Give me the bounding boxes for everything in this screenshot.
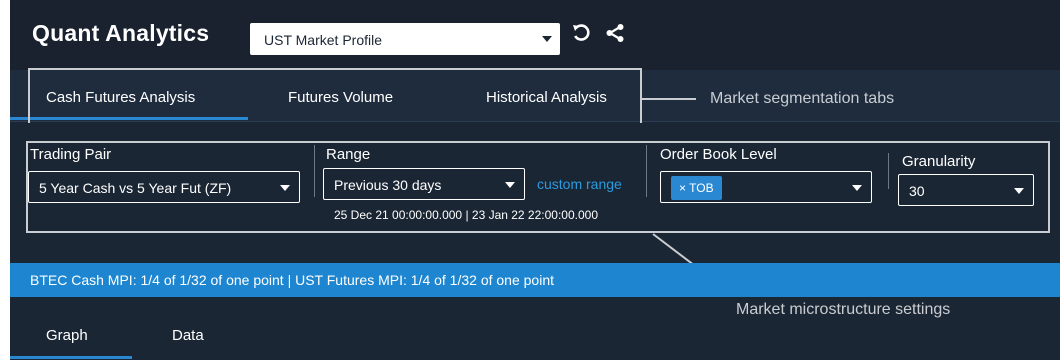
tabs-callout-line (642, 98, 696, 100)
active-view-tab-indicator (10, 356, 132, 359)
undo-icon[interactable] (570, 22, 592, 44)
chevron-down-icon (542, 36, 552, 42)
profile-select-value: UST Market Profile (264, 32, 382, 48)
settings-callout-box (26, 141, 1050, 233)
profile-select[interactable]: UST Market Profile (250, 23, 560, 55)
app-title: Quant Analytics (32, 20, 210, 46)
tab-data[interactable]: Data (172, 327, 204, 344)
header-bar: Quant Analytics UST Market Profile (10, 0, 1060, 70)
tabs-callout-box (28, 68, 642, 130)
app-window: Quant Analytics UST Market Profile Cash … (10, 0, 1060, 360)
tabs-callout-label: Market segmentation tabs (710, 90, 895, 107)
mpi-banner: BTEC Cash MPI: 1/4 of 1/32 of one point … (10, 263, 1060, 297)
tab-graph[interactable]: Graph (46, 327, 88, 344)
settings-callout-label: Market microstructure settings (736, 301, 951, 318)
share-icon[interactable] (604, 22, 626, 44)
mpi-banner-text: BTEC Cash MPI: 1/4 of 1/32 of one point … (30, 272, 554, 288)
